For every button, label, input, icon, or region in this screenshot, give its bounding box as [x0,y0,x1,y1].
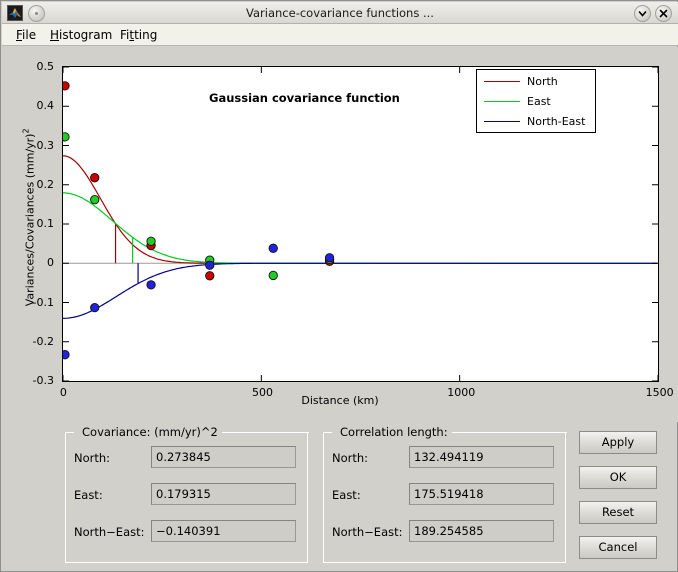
chart-title: Gaussian covariance function [209,91,400,105]
covariance-groupbox-topline-right [216,432,309,433]
title-bar: Variance-covariance functions ... [2,2,678,24]
data-point-east [63,132,70,142]
close-icon [659,9,668,18]
data-point-north-east [146,280,156,290]
ok-button[interactable]: OK [579,466,657,489]
correlation-north-label: North: [332,451,369,465]
data-point-north-east [268,243,278,253]
menu-fitting-pre: Fi [120,28,130,42]
covariance-groupbox: Covariance: (mm/yr)^2 North: 0.273845 Ea… [65,425,309,563]
data-point-east [146,236,156,246]
data-point-north-east [205,260,215,270]
covariance-north-field[interactable]: 0.273845 [151,446,296,468]
covariance-north-east-label: North−East: [74,525,145,539]
legend-entry-east: East [477,92,597,112]
covariance-groupbox-topline-left [66,432,74,433]
y-tick-label: -0.2 [32,334,54,348]
application-window: Variance-covariance functions ... File H… [0,0,678,572]
apply-button[interactable]: Apply [579,431,657,454]
covariance-north-label: North: [74,451,111,465]
reset-button[interactable]: Reset [579,501,657,524]
correlation-groupbox-title: Correlation length: [336,425,452,439]
correlation-groupbox-topline-left [324,432,332,433]
menu-file-rest: ile [22,28,37,42]
data-point-east [268,270,278,281]
fit-curve-east [63,192,657,264]
chart-legend: North East North-East [476,69,596,133]
chevron-down-icon [638,11,647,17]
close-button[interactable] [655,5,672,22]
plot-panel: Gaussian covariance function North East … [2,47,678,422]
legend-swatch-north [484,81,520,82]
y-axis-label-exponent: 2 [21,128,31,134]
data-point-north-east [90,302,100,313]
data-point-north-east [324,253,335,263]
legend-label-north-east: North-East [527,115,586,128]
covariance-north-east-field[interactable]: −0.140391 [151,520,296,542]
y-tick-label: 0.5 [36,60,55,73]
data-point-north [205,271,215,281]
cancel-button[interactable]: Cancel [579,536,657,559]
y-tick-label: -0.3 [32,374,54,387]
menu-fitting-rest: ting [134,28,158,42]
covariance-groupbox-title: Covariance: (mm/yr)^2 [78,425,222,439]
covariance-east-field[interactable]: 0.179315 [151,483,296,505]
correlation-groupbox: Correlation length: North: 132.494119 Ea… [323,425,567,563]
legend-entry-north-east: North-East [477,112,597,132]
menu-item-fitting[interactable]: Fitting [114,24,163,46]
menu-item-histogram[interactable]: Histogram [44,24,118,46]
data-point-north [90,173,100,183]
legend-swatch-east [484,101,520,102]
data-point-north-east [63,350,70,360]
menu-histogram-mnemonic: H [50,28,60,42]
data-point-east [90,195,100,205]
covariance-east-label: East: [74,488,103,502]
menu-histogram-rest: istogram [59,28,113,42]
x-axis-label: Distance (km) [301,394,379,407]
correlation-east-label: East: [332,488,361,502]
correlation-north-east-field[interactable]: 189.254585 [409,520,554,542]
data-point-north [63,81,70,91]
window-title: Variance-covariance functions ... [246,6,434,20]
correlation-groupbox-topline-right [450,432,567,433]
correlation-north-east-label: North−East: [332,525,403,539]
legend-entry-north: North [477,72,597,92]
y-axis-label: Variances/Covariances (mm/yr)2 [21,128,37,307]
correlation-east-field[interactable]: 175.519418 [409,483,554,505]
correlation-north-field[interactable]: 132.494119 [409,446,554,468]
legend-swatch-north-east [484,121,520,122]
menu-bar: File Histogram Fitting [2,24,678,46]
legend-label-east: East [527,95,551,108]
legend-label-north: North [527,75,558,88]
minimize-button[interactable] [634,5,651,22]
menu-item-file[interactable]: File [10,24,42,46]
fit-curve-north-east [63,262,657,319]
